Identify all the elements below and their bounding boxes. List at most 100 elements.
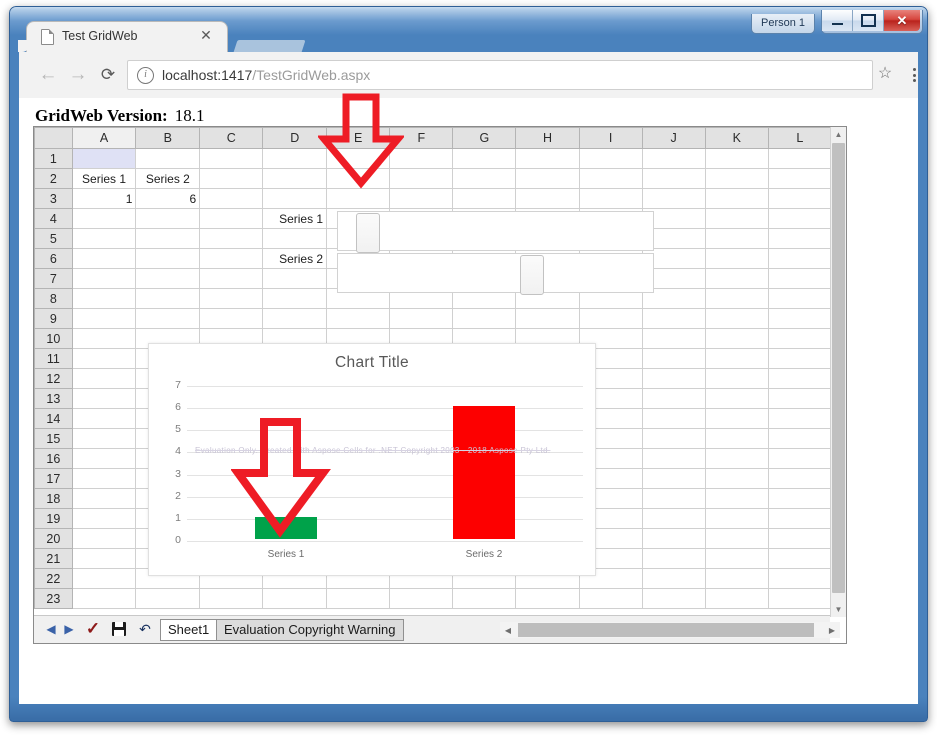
cell-c7[interactable]	[199, 268, 264, 289]
cell-b8[interactable]	[135, 288, 201, 309]
row-header-12[interactable]: 12	[34, 368, 73, 389]
cell-k19[interactable]	[704, 508, 769, 529]
cell-h9[interactable]	[515, 308, 580, 329]
cell-f23[interactable]	[389, 588, 454, 609]
cell-i23[interactable]	[578, 588, 643, 609]
cell-c9[interactable]	[199, 308, 264, 329]
cell-c6[interactable]	[199, 248, 264, 269]
minimize-button[interactable]	[822, 10, 853, 31]
cell-c4[interactable]	[199, 208, 264, 229]
reload-icon[interactable]: ⟳	[95, 62, 121, 88]
cell-l18[interactable]	[767, 488, 832, 509]
cell-b2[interactable]: Series 2	[135, 168, 201, 189]
cell-l7[interactable]	[767, 268, 832, 289]
cell-j1[interactable]	[641, 148, 706, 169]
cell-d4[interactable]: Series 1	[262, 208, 328, 229]
cell-k5[interactable]	[704, 228, 769, 249]
cell-g23[interactable]	[452, 588, 517, 609]
sheet-tab-evaluation-warning[interactable]: Evaluation Copyright Warning	[216, 619, 404, 641]
cell-j18[interactable]	[641, 488, 706, 509]
series-1-slider-thumb[interactable]	[356, 213, 380, 253]
cell-a11[interactable]	[71, 348, 137, 369]
cell-k15[interactable]	[704, 428, 769, 449]
cell-d1[interactable]	[262, 148, 328, 169]
cell-j11[interactable]	[641, 348, 706, 369]
cell-j10[interactable]	[641, 328, 706, 349]
cell-j13[interactable]	[641, 388, 706, 409]
next-sheet-icon[interactable]: ▶	[62, 620, 76, 638]
cell-c8[interactable]	[199, 288, 264, 309]
cell-k3[interactable]	[704, 188, 769, 209]
cell-k10[interactable]	[704, 328, 769, 349]
cell-a3[interactable]: 1	[71, 188, 137, 209]
grid-vertical-scrollbar[interactable]: ▲ ▼	[830, 127, 846, 617]
row-header-17[interactable]: 17	[34, 468, 73, 489]
vertical-scroll-thumb[interactable]	[832, 143, 845, 593]
cell-g9[interactable]	[452, 308, 517, 329]
cell-e9[interactable]	[326, 308, 391, 329]
cell-k1[interactable]	[704, 148, 769, 169]
row-header-21[interactable]: 21	[34, 548, 73, 569]
row-header-7[interactable]: 7	[34, 268, 73, 289]
close-button[interactable]: ✕	[884, 10, 920, 31]
cell-l10[interactable]	[767, 328, 832, 349]
cell-a12[interactable]	[71, 368, 137, 389]
cell-c23[interactable]	[199, 588, 264, 609]
cell-k22[interactable]	[704, 568, 769, 589]
cell-j16[interactable]	[641, 448, 706, 469]
column-header-i[interactable]: I	[578, 127, 643, 149]
cell-l5[interactable]	[767, 228, 832, 249]
cell-l1[interactable]	[767, 148, 832, 169]
scroll-right-icon[interactable]: ▶	[824, 622, 840, 638]
cell-a23[interactable]	[71, 588, 137, 609]
scroll-left-icon[interactable]: ◀	[500, 622, 516, 638]
cell-k9[interactable]	[704, 308, 769, 329]
cell-l2[interactable]	[767, 168, 832, 189]
grid-corner-selector[interactable]	[34, 127, 73, 149]
row-header-3[interactable]: 3	[34, 188, 73, 209]
cell-a14[interactable]	[71, 408, 137, 429]
cell-j15[interactable]	[641, 428, 706, 449]
grid-horizontal-scrollbar[interactable]: ◀ ▶	[500, 622, 840, 638]
forward-icon[interactable]: →	[65, 62, 91, 88]
column-header-g[interactable]: G	[452, 127, 517, 149]
cell-l14[interactable]	[767, 408, 832, 429]
cell-a13[interactable]	[71, 388, 137, 409]
cell-j14[interactable]	[641, 408, 706, 429]
cell-a8[interactable]	[71, 288, 137, 309]
row-header-15[interactable]: 15	[34, 428, 73, 449]
cell-b9[interactable]	[135, 308, 201, 329]
row-header-6[interactable]: 6	[34, 248, 73, 269]
cell-i2[interactable]	[578, 168, 643, 189]
row-header-2[interactable]: 2	[34, 168, 73, 189]
cell-a5[interactable]	[71, 228, 137, 249]
address-bar[interactable]: i localhost:1417/TestGridWeb.aspx	[127, 60, 873, 90]
tab-close-icon[interactable]: ✕	[199, 28, 213, 42]
column-header-h[interactable]: H	[515, 127, 580, 149]
cell-k21[interactable]	[704, 548, 769, 569]
cell-l9[interactable]	[767, 308, 832, 329]
cell-b4[interactable]	[135, 208, 201, 229]
cell-j17[interactable]	[641, 468, 706, 489]
cell-k2[interactable]	[704, 168, 769, 189]
cell-g1[interactable]	[452, 148, 517, 169]
cell-c1[interactable]	[199, 148, 264, 169]
cell-h1[interactable]	[515, 148, 580, 169]
column-header-a[interactable]: A	[71, 127, 137, 149]
undo-icon[interactable]: ↶	[136, 620, 154, 638]
cell-a15[interactable]	[71, 428, 137, 449]
save-icon[interactable]	[110, 620, 127, 638]
cell-k8[interactable]	[704, 288, 769, 309]
cell-e2[interactable]	[326, 168, 391, 189]
cell-l12[interactable]	[767, 368, 832, 389]
cell-j20[interactable]	[641, 528, 706, 549]
cell-i3[interactable]	[578, 188, 643, 209]
cell-a4[interactable]	[71, 208, 137, 229]
cell-b3[interactable]: 6	[135, 188, 201, 209]
cell-f9[interactable]	[389, 308, 454, 329]
cell-l3[interactable]	[767, 188, 832, 209]
cell-b5[interactable]	[135, 228, 201, 249]
cell-j3[interactable]	[641, 188, 706, 209]
row-header-5[interactable]: 5	[34, 228, 73, 249]
cell-b23[interactable]	[135, 588, 201, 609]
